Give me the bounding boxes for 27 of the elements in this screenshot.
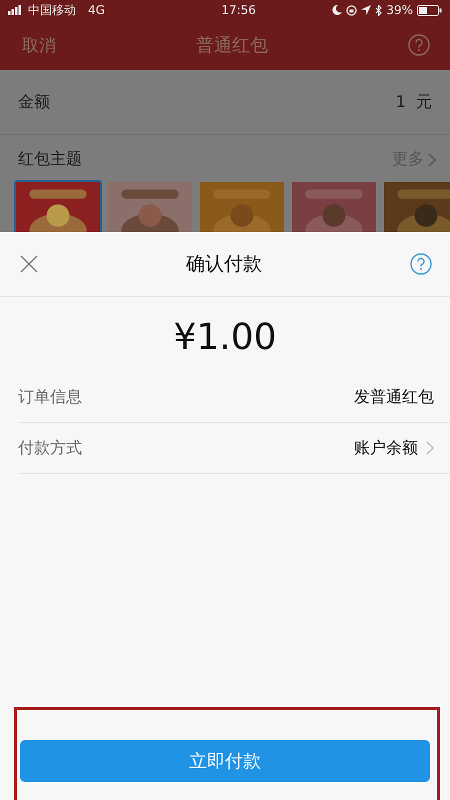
amount-label: 金额: [18, 92, 50, 112]
battery-icon: [416, 4, 442, 16]
chevron-icon: [426, 441, 434, 455]
clock: 17:56: [221, 3, 256, 17]
bluetooth-icon: [375, 4, 382, 16]
chevron-icon: [428, 152, 436, 166]
rotation-lock-icon: [346, 4, 358, 16]
amount-value[interactable]: 1 元: [396, 92, 432, 112]
battery-percent: 39%: [386, 3, 413, 17]
row-label: 订单信息: [18, 386, 82, 408]
page-title: 普通红包: [196, 34, 268, 57]
moon-icon: [332, 5, 342, 15]
help-icon[interactable]: [408, 34, 430, 56]
close-icon[interactable]: [20, 255, 38, 273]
help-icon[interactable]: [410, 253, 432, 275]
pay-button[interactable]: 立即付款: [20, 740, 430, 782]
sheet-title: 确认付款: [186, 252, 262, 277]
section-title: 红包主题: [18, 149, 82, 170]
signal-icon: [8, 5, 24, 15]
carrier-name: 中国移动: [28, 2, 76, 18]
location-icon: [361, 5, 372, 15]
network-type: 4G: [88, 3, 105, 17]
payment-amount: ¥1.00: [172, 316, 278, 360]
row-value: 发普通红包: [354, 386, 434, 408]
row-value[interactable]: 账户余额: [354, 438, 418, 458]
row-label: 付款方式: [18, 438, 82, 458]
cancel-link[interactable]: 取消: [22, 34, 56, 56]
